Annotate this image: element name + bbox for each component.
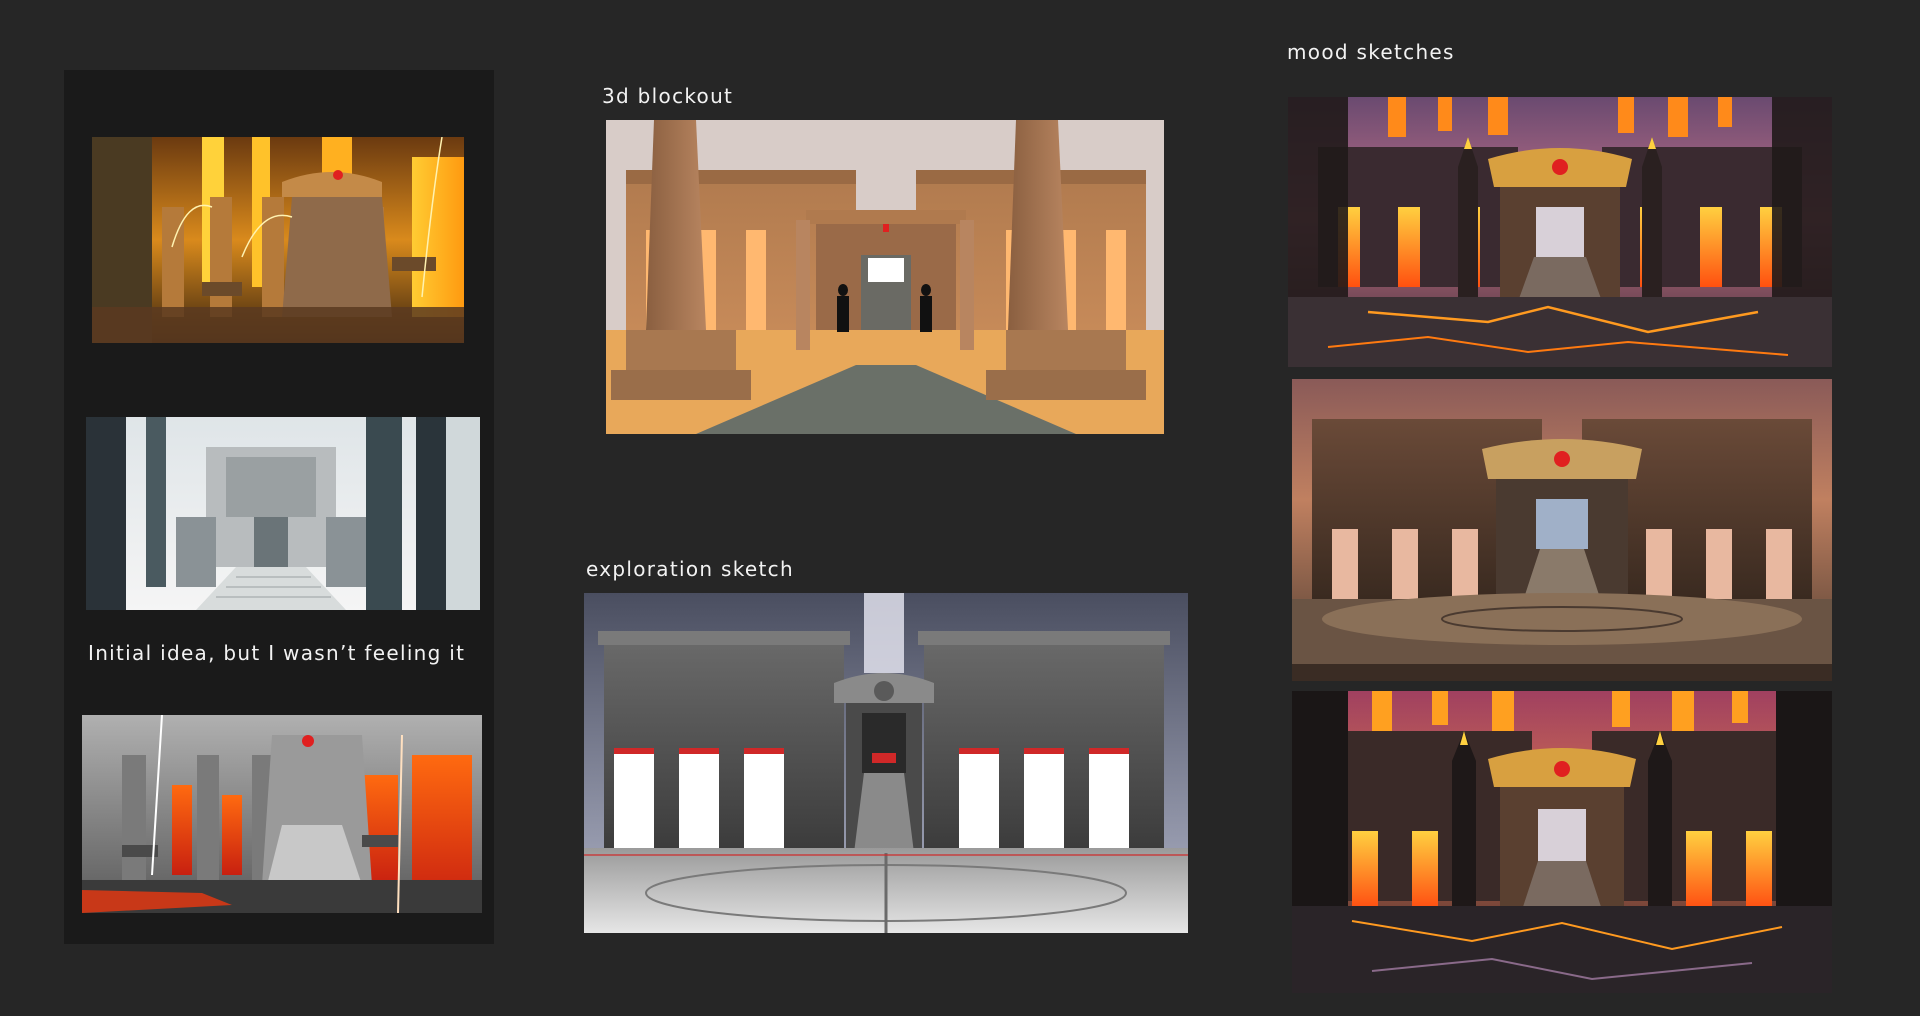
exploration-heading: exploration sketch xyxy=(586,557,794,581)
mood-sketch-3-image xyxy=(1292,691,1832,993)
exploration-render-image xyxy=(584,593,1188,933)
initial-gray-temple-image xyxy=(86,417,480,610)
mood-sketch-2-image xyxy=(1292,379,1832,681)
initial-idea-caption: Initial idea, but I wasn’t feeling it xyxy=(88,641,466,665)
moodboard-canvas: Initial idea, but I wasn’t feeling it 3d… xyxy=(0,0,1920,1016)
initial-lava-temple-image xyxy=(92,137,464,343)
mood-sketch-1-image xyxy=(1288,97,1832,367)
blockout-heading: 3d blockout xyxy=(602,84,734,108)
initial-gray-lava-hall-image xyxy=(82,715,482,913)
blockout-render-image xyxy=(606,120,1164,434)
mood-sketches-heading: mood sketches xyxy=(1287,40,1455,64)
